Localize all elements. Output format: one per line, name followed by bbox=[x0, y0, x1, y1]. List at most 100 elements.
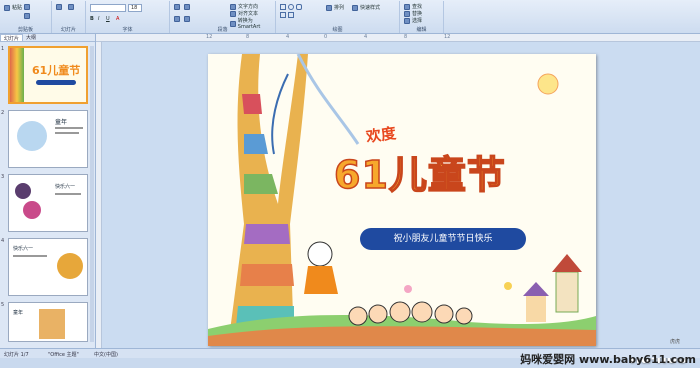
slide-title: 61儿童节 bbox=[333, 152, 506, 198]
slide-stage: 欢度 61儿童节 祝小朋友儿童节节日快乐 hu-hoo 虎虎 bbox=[102, 42, 700, 367]
text-direction-icon bbox=[230, 3, 236, 10]
tree-decoration bbox=[10, 48, 24, 102]
tab-slides[interactable]: 幻灯片 bbox=[0, 34, 24, 42]
group-label-font: 字体 bbox=[122, 27, 133, 33]
arrange-button[interactable]: 排列 bbox=[326, 4, 344, 11]
paste-icon bbox=[4, 4, 10, 11]
group-label-slides: 幻灯片 bbox=[60, 27, 76, 33]
cut-button[interactable] bbox=[24, 4, 30, 10]
slide-thumbnail-5[interactable]: 童年 bbox=[8, 302, 88, 342]
house-icon bbox=[526, 296, 546, 322]
picture-circle bbox=[15, 183, 31, 199]
text-direction-button[interactable]: 文字方向 bbox=[230, 3, 258, 10]
kid-face-icon bbox=[455, 307, 473, 325]
current-slide[interactable]: 欢度 61儿童节 祝小朋友儿童节节日快乐 bbox=[208, 54, 596, 346]
kid-face-icon bbox=[368, 304, 388, 324]
line-shape-icon[interactable] bbox=[280, 12, 286, 18]
subtitle-banner bbox=[36, 80, 76, 85]
tab-outline[interactable]: 大纲 bbox=[23, 34, 39, 41]
theme-name: "Office 主题" bbox=[48, 352, 79, 358]
group-label-paragraph: 段落 bbox=[217, 27, 228, 33]
align-center-button[interactable] bbox=[184, 16, 190, 22]
select-button[interactable]: 选择 bbox=[404, 17, 422, 24]
sun-icon bbox=[537, 73, 559, 95]
thumbnail-title: 童年 bbox=[13, 310, 24, 316]
slide-number: 1 bbox=[1, 46, 5, 52]
tree-trunk bbox=[228, 54, 308, 346]
house-roof-icon bbox=[552, 254, 582, 272]
slide-thumbnail-2[interactable]: 童年 bbox=[8, 110, 88, 168]
panel-scrollbar[interactable] bbox=[90, 46, 94, 342]
bold-button[interactable]: B bbox=[90, 16, 94, 22]
language: 中文(中国) bbox=[94, 352, 118, 358]
replace-icon bbox=[404, 10, 410, 17]
select-icon bbox=[404, 17, 410, 24]
panel-tabs: 幻灯片 大纲 bbox=[0, 34, 95, 42]
kid-face-icon bbox=[348, 306, 368, 326]
font-name-field[interactable] bbox=[90, 4, 126, 12]
copy-button[interactable] bbox=[24, 13, 30, 19]
slide-number: 5 bbox=[1, 302, 5, 308]
quick-styles-button[interactable]: 快速样式 bbox=[352, 4, 380, 11]
copy-icon bbox=[24, 13, 30, 19]
align-text-button[interactable]: 对齐文本 bbox=[230, 10, 258, 17]
tree-pattern bbox=[244, 174, 278, 194]
text-line bbox=[55, 127, 83, 129]
picture-circle bbox=[17, 121, 47, 151]
new-slide-button[interactable] bbox=[56, 4, 62, 10]
bullets-icon bbox=[174, 4, 180, 10]
house-icon bbox=[555, 271, 579, 313]
tree-pattern bbox=[244, 134, 268, 154]
slides-group: 幻灯片 bbox=[52, 1, 86, 33]
status-bar: 幻灯片 1/7 "Office 主题" 中文(中国) 妈咪爱婴网 www.bab… bbox=[0, 348, 700, 366]
font-color-button[interactable]: A bbox=[116, 16, 119, 22]
flower-icon bbox=[504, 282, 512, 290]
bullets-button[interactable] bbox=[174, 4, 180, 10]
numbering-icon bbox=[184, 4, 190, 10]
thumbnail-title: 61儿童节 bbox=[32, 64, 81, 77]
slide-number: 2 bbox=[1, 110, 5, 116]
paste-button[interactable]: 粘贴 bbox=[4, 4, 22, 11]
rounded-rect-shape-icon[interactable] bbox=[296, 4, 302, 10]
horizontal-ruler: 12 8 4 0 4 8 12 bbox=[96, 34, 700, 42]
slide-number: 4 bbox=[1, 238, 5, 244]
thumbnail-title: 快乐六一 bbox=[13, 246, 34, 252]
align-left-icon bbox=[174, 16, 180, 22]
text-line bbox=[13, 255, 47, 257]
slide-artwork bbox=[208, 54, 596, 346]
editing-group: 查找 替换 选择 编辑 bbox=[400, 1, 444, 33]
layout-icon bbox=[68, 4, 74, 10]
find-button[interactable]: 查找 bbox=[404, 3, 422, 10]
picture-block bbox=[39, 309, 65, 339]
italic-button[interactable]: I bbox=[98, 16, 99, 22]
clipboard-group: 粘贴 剪贴板 bbox=[0, 1, 52, 33]
child-dress-icon bbox=[304, 266, 338, 294]
arrow-shape-icon[interactable] bbox=[288, 12, 294, 18]
group-label-clipboard: 剪贴板 bbox=[17, 27, 33, 33]
kid-face-icon bbox=[411, 301, 433, 323]
picture-circle bbox=[23, 201, 41, 219]
numbering-button[interactable] bbox=[184, 4, 190, 10]
align-left-button[interactable] bbox=[174, 16, 180, 22]
slide-thumbnail-1[interactable]: 61儿童节 bbox=[8, 46, 88, 104]
kid-face-icon bbox=[434, 304, 454, 324]
drawing-group: 排列 快速样式 绘图 bbox=[276, 1, 400, 33]
picture-circle bbox=[57, 253, 83, 279]
slide-thumbnail-4[interactable]: 快乐六一 bbox=[8, 238, 88, 296]
slide-number: 3 bbox=[1, 174, 5, 180]
oval-shape-icon[interactable] bbox=[288, 4, 294, 10]
underline-button[interactable]: U bbox=[106, 16, 110, 22]
slides-panel: 幻灯片 大纲 1 61儿童节 2 童年 3 快乐六一 4 快乐六一 5 童年 bbox=[0, 34, 96, 348]
replace-button[interactable]: 替换 bbox=[404, 10, 422, 17]
scissors-icon bbox=[24, 4, 30, 10]
text-line bbox=[55, 132, 79, 134]
thumbnail-title: 童年 bbox=[55, 119, 68, 126]
rectangle-shape-icon[interactable] bbox=[280, 4, 286, 10]
font-size-field[interactable]: 18 bbox=[128, 4, 142, 12]
find-icon bbox=[404, 3, 410, 10]
layout-button[interactable] bbox=[68, 4, 74, 10]
quick-styles-icon bbox=[352, 4, 358, 11]
house-roof-icon bbox=[523, 282, 549, 296]
thumbnail-title: 快乐六一 bbox=[55, 184, 76, 190]
slide-thumbnail-3[interactable]: 快乐六一 bbox=[8, 174, 88, 232]
